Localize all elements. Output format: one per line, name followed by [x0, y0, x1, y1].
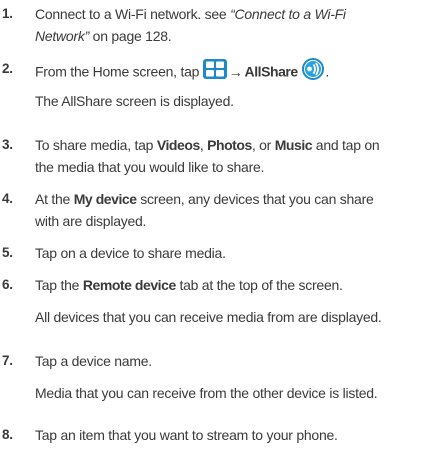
step-2-result: The AllShare screen is displayed. [35, 93, 234, 109]
step-7-result: Media that you can receive from the othe… [35, 385, 378, 401]
step-text: Tap a device name. [35, 353, 152, 369]
step-2: 2. From the Home screen, tap → AllShare . [0, 58, 432, 80]
step-8: 8. Tap an item that you want to stream t… [0, 424, 432, 446]
step-number: 2. [2, 61, 13, 76]
step-number: 8. [2, 427, 13, 442]
step-text-line2: Network” on page 128. [35, 28, 172, 44]
cross-reference: “Connect to a Wi-Fi [230, 6, 346, 22]
step-6-result: All devices that you can receive media f… [35, 309, 382, 325]
allshare-icon [301, 57, 325, 87]
photos-label: Photos [207, 137, 252, 153]
step-4: 4. At the My device screen, any devices … [0, 188, 432, 232]
step-text-line2: with are displayed. [35, 213, 147, 229]
videos-label: Videos [156, 137, 200, 153]
step-text-line2: the media that you would like to share. [35, 159, 265, 175]
step-number: 3. [2, 137, 13, 152]
step-number: 5. [2, 245, 13, 260]
step-text: Tap on a device to share media. [35, 245, 226, 261]
arrow-glyph: → [228, 63, 243, 80]
step-text: Connect to a Wi-Fi network. see “Connect… [35, 6, 346, 22]
remote-device-label: Remote device [82, 277, 176, 293]
apps-grid-icon [202, 59, 227, 85]
step-number: 4. [2, 191, 13, 206]
step-5: 5. Tap on a device to share media. [0, 242, 432, 264]
cross-reference-cont: Network” [35, 28, 90, 44]
step-text: At the My device screen, any devices tha… [35, 191, 374, 207]
step-text: From the Home screen, tap → AllShare . [35, 58, 432, 88]
step-text: Tap an item that you want to stream to y… [35, 427, 338, 443]
step-text: To share media, tap Videos, Photos, or M… [35, 137, 380, 153]
app-name: AllShare [244, 63, 299, 80]
music-label: Music [274, 137, 313, 153]
step-6: 6. Tap the Remote device tab at the top … [0, 274, 432, 296]
step-1: 1. Connect to a Wi-Fi network. see “Conn… [0, 3, 432, 47]
user-manual-page: { "steps": [ { "num": "1.", "line1": "Co… [0, 0, 432, 451]
step-text: Tap the Remote device tab at the top of … [35, 277, 343, 293]
my-device-label: My device [73, 191, 137, 207]
step-number: 7. [2, 353, 13, 368]
step-number: 1. [2, 6, 13, 21]
step-7: 7. Tap a device name. [0, 350, 432, 372]
step-3: 3. To share media, tap Videos, Photos, o… [0, 134, 432, 178]
step-number: 6. [2, 277, 13, 292]
